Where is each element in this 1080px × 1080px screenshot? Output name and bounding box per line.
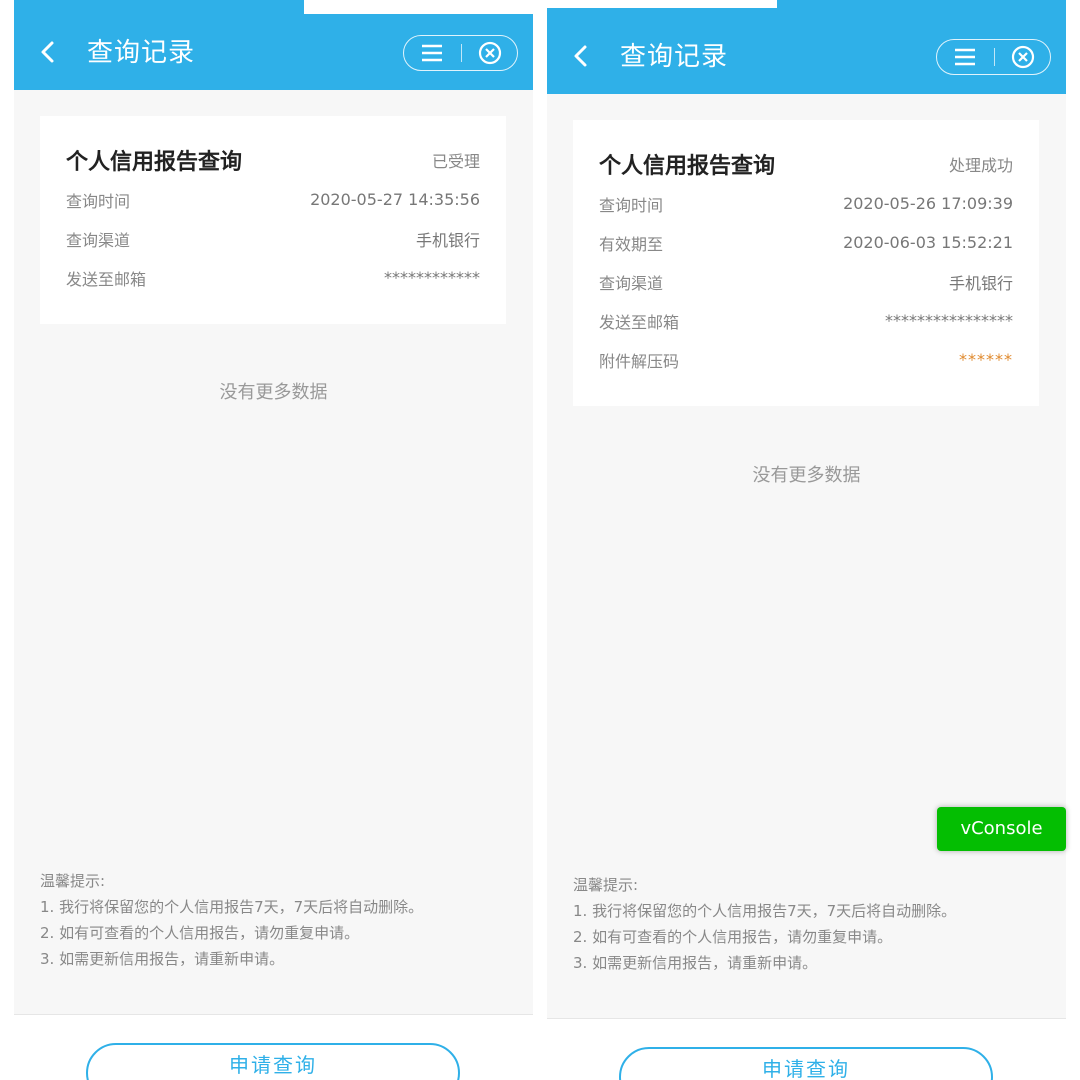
close-circle-icon[interactable]	[478, 41, 502, 65]
chevron-left-icon[interactable]	[571, 44, 591, 68]
tips: 温馨提示: 1. 我行将保留您的个人信用报告7天，7天后将自动删除。 2. 如有…	[40, 868, 423, 972]
info-row: 查询渠道 手机银行	[599, 262, 1013, 301]
unzip-code-value: ******	[959, 350, 1013, 369]
row-value: 2020-06-03 15:52:21	[843, 233, 1013, 252]
row-label: 附件解压码	[599, 351, 680, 371]
tip-item: 2. 如有可查看的个人信用报告，请勿重复申请。	[40, 924, 360, 942]
row-label: 查询渠道	[66, 230, 131, 250]
tip-item: 1. 我行将保留您的个人信用报告7天，7天后将自动删除。	[40, 898, 424, 916]
left-screen: 查询记录 个人信用报告查询 已受理 查询时间 2020-05-27 14:35:…	[14, 0, 533, 1080]
menu-icon[interactable]	[420, 42, 444, 64]
no-more-data: 没有更多数据	[219, 382, 328, 403]
row-label: 发送至邮箱	[599, 312, 680, 332]
row-value: 手机银行	[948, 273, 1013, 293]
capsule-divider	[994, 48, 995, 66]
record-card[interactable]: 个人信用报告查询 处理成功 查询时间 2020-05-26 17:09:39 有…	[573, 120, 1039, 406]
chevron-left-icon[interactable]	[38, 40, 58, 64]
status-badge: 已受理	[431, 152, 480, 171]
info-row: 发送至邮箱 ************	[66, 258, 480, 297]
nav-bar: 查询记录	[547, 18, 1066, 94]
apply-query-button[interactable]: 申请查询	[86, 1043, 460, 1080]
info-row: 附件解压码 ******	[599, 340, 1013, 379]
bottom-bar: 申请查询	[14, 1014, 533, 1080]
bottom-bar: 申请查询	[547, 1018, 1066, 1080]
row-label: 发送至邮箱	[66, 269, 147, 289]
row-value: 2020-05-27 14:35:56	[310, 190, 480, 209]
info-row: 查询时间 2020-05-27 14:35:56	[66, 180, 480, 219]
tips-heading: 温馨提示:	[573, 876, 639, 894]
menu-icon[interactable]	[953, 46, 977, 68]
tips: 温馨提示: 1. 我行将保留您的个人信用报告7天，7天后将自动删除。 2. 如有…	[573, 872, 956, 976]
page-title: 查询记录	[620, 42, 729, 72]
record-card[interactable]: 个人信用报告查询 已受理 查询时间 2020-05-27 14:35:56 查询…	[40, 116, 506, 324]
info-row: 有效期至 2020-06-03 15:52:21	[599, 223, 1013, 262]
status-badge: 处理成功	[948, 156, 1013, 175]
mini-capsule	[936, 39, 1051, 75]
tips-heading: 温馨提示:	[40, 872, 106, 890]
no-more-data: 没有更多数据	[752, 465, 861, 486]
info-row: 查询时间 2020-05-26 17:09:39	[599, 184, 1013, 223]
vconsole-button[interactable]: vConsole	[937, 807, 1066, 851]
card-title: 个人信用报告查询	[66, 150, 243, 175]
info-row: 发送至邮箱 ****************	[599, 301, 1013, 340]
row-label: 查询时间	[66, 191, 131, 211]
tip-item: 1. 我行将保留您的个人信用报告7天，7天后将自动删除。	[573, 902, 957, 920]
mini-capsule	[403, 35, 518, 71]
close-circle-icon[interactable]	[1011, 45, 1035, 69]
nav-bar: 查询记录	[14, 14, 533, 90]
page-title: 查询记录	[87, 38, 196, 68]
row-label: 查询时间	[599, 195, 664, 215]
row-value: ****************	[885, 311, 1013, 330]
tip-item: 3. 如需更新信用报告，请重新申请。	[40, 950, 285, 968]
apply-query-button[interactable]: 申请查询	[619, 1047, 993, 1080]
status-strip-white	[304, 0, 533, 14]
tip-item: 3. 如需更新信用报告，请重新申请。	[573, 954, 818, 972]
card-title: 个人信用报告查询	[599, 154, 776, 179]
info-row: 查询渠道 手机银行	[66, 219, 480, 258]
row-value: 手机银行	[415, 230, 480, 250]
row-label: 有效期至	[599, 234, 664, 254]
capsule-divider	[461, 44, 462, 62]
status-strip-white	[547, 0, 777, 8]
row-value: ************	[384, 268, 480, 287]
right-screen: 查询记录 个人信用报告查询 处理成功 查询时间 2020-05-26 17:09…	[547, 0, 1066, 1080]
tip-item: 2. 如有可查看的个人信用报告，请勿重复申请。	[573, 928, 893, 946]
row-value: 2020-05-26 17:09:39	[843, 194, 1013, 213]
row-label: 查询渠道	[599, 273, 664, 293]
